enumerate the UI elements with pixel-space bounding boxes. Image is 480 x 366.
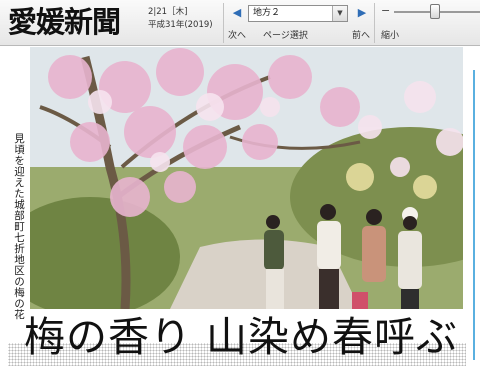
chevron-down-icon[interactable]: ▼ [332,6,347,21]
zoom-slider-thumb[interactable] [430,4,440,19]
page-edge-rule [473,70,475,360]
page-select-button[interactable]: ページ選択 [263,30,308,42]
toolbar-divider [223,3,224,43]
zoom-out-button[interactable]: 縮小 [381,30,399,42]
zoom-minus-icon[interactable]: − [381,5,390,16]
issue-date-day: 2|21［木] [148,7,188,17]
newspaper-logo[interactable]: 愛媛新聞 [8,3,140,41]
article-headline: 梅の香り 山染め春呼ぶ [24,313,459,361]
prev-button[interactable]: 次へ [228,30,246,42]
viewer-toolbar: 愛媛新聞 2|21［木] 平成31年(2019) ◀ 地方２ ▼ ▶ 次へ ペー… [0,0,480,46]
next-arrow-icon[interactable]: ▶ [355,6,369,20]
issue-date-era-year: 平成31年(2019) [148,20,213,30]
prev-arrow-icon[interactable]: ◀ [230,6,244,20]
photo-caption: 見頃を迎えた城部町七折地区の梅の花 [13,133,25,320]
region-select-value: 地方２ [253,8,281,18]
article-photo [30,47,463,309]
issue-date: 2|21［木] 平成31年(2019) [148,6,220,32]
toolbar-divider [374,3,375,43]
plum-blossom-scene [30,47,463,309]
region-select[interactable]: 地方２ ▼ [248,5,348,22]
next-button[interactable]: 前へ [352,30,370,42]
